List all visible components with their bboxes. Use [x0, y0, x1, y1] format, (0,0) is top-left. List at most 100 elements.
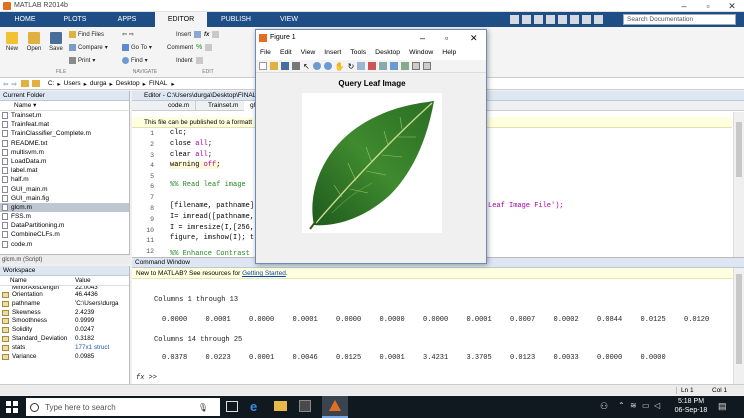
- back-icon[interactable]: ⇦: [3, 80, 8, 88]
- rotate-icon[interactable]: ↻: [348, 62, 355, 71]
- tab-home[interactable]: HOME: [4, 12, 46, 27]
- menu-file[interactable]: File: [260, 46, 271, 60]
- path-segment[interactable]: C:: [48, 80, 55, 87]
- file-item[interactable]: label.mat: [0, 166, 129, 175]
- matlab-taskbar-icon[interactable]: [322, 396, 348, 418]
- tab-editor[interactable]: EDITOR: [155, 12, 207, 27]
- show-tools-icon[interactable]: [423, 62, 432, 70]
- switch-windows-icon[interactable]: [582, 15, 591, 24]
- code-line[interactable]: I= imread([pathname,: [170, 213, 254, 221]
- notifications-icon[interactable]: ▤: [718, 401, 727, 412]
- pointer-icon[interactable]: ↖: [303, 62, 310, 71]
- menu-view[interactable]: View: [301, 46, 316, 60]
- maximize-button[interactable]: ▫: [696, 0, 720, 12]
- menu-insert[interactable]: Insert: [324, 46, 341, 60]
- file-item[interactable]: multisvm.m: [0, 148, 129, 157]
- path-segment[interactable]: durga: [90, 80, 107, 87]
- workspace-row[interactable]: Solidity 0.0247: [0, 326, 129, 335]
- indent-button[interactable]: Indent: [176, 57, 203, 64]
- code-line[interactable]: figure, imshow(I); t: [170, 234, 254, 242]
- save-figure-icon[interactable]: [281, 62, 289, 70]
- col-name[interactable]: Name: [10, 276, 27, 286]
- quick-save-icon[interactable]: [510, 15, 519, 24]
- back-forward-buttons[interactable]: ⇦ ⇨: [122, 31, 134, 38]
- code-line[interactable]: I = imresize(I,[256,: [170, 224, 254, 232]
- data-cursor-icon[interactable]: [357, 62, 366, 70]
- find-button[interactable]: Find ▾: [122, 57, 148, 64]
- people-icon[interactable]: ⚇: [600, 401, 608, 412]
- undo-icon[interactable]: [558, 15, 567, 24]
- quick-cut-icon[interactable]: [522, 15, 531, 24]
- path-segment[interactable]: Users: [64, 80, 81, 87]
- chevron-up-icon[interactable]: ⌃: [618, 401, 625, 410]
- find-files-button[interactable]: Find Files: [69, 31, 104, 38]
- percent-icon[interactable]: %: [196, 44, 202, 51]
- insert-options-icon[interactable]: [212, 31, 220, 38]
- new-figure-icon[interactable]: [259, 62, 267, 70]
- search-documentation-input[interactable]: Search Documentation: [623, 14, 736, 25]
- tab-apps[interactable]: APPS: [104, 12, 150, 27]
- file-item[interactable]: half.m: [0, 175, 129, 184]
- code-line[interactable]: warning off;: [170, 161, 221, 169]
- menu-window[interactable]: Window: [409, 46, 433, 60]
- path-segment[interactable]: FINAL: [149, 80, 167, 87]
- file-explorer-icon[interactable]: [274, 401, 287, 411]
- zoom-in-icon[interactable]: [312, 62, 321, 70]
- file-item[interactable]: LoadData.m: [0, 157, 129, 166]
- print-figure-icon[interactable]: [292, 62, 300, 70]
- print-button[interactable]: Print ▾: [69, 57, 95, 64]
- menu-edit[interactable]: Edit: [280, 46, 292, 60]
- file-item[interactable]: code.m: [0, 240, 129, 249]
- command-scrollbar-thumb[interactable]: [736, 274, 742, 364]
- browse-folder-icon[interactable]: [31, 80, 40, 87]
- indent-icon[interactable]: [195, 57, 203, 64]
- file-item[interactable]: GUI_main.m: [0, 185, 129, 194]
- tab-view[interactable]: VIEW: [266, 12, 312, 27]
- help-icon[interactable]: [594, 15, 603, 24]
- comment-button[interactable]: Comment %: [167, 44, 213, 51]
- code-line-tail[interactable]: Leaf Image File');: [488, 202, 564, 210]
- editor-tab-code[interactable]: code.m: [162, 101, 197, 111]
- open-button[interactable]: Open: [24, 32, 44, 52]
- edge-browser-icon[interactable]: e: [250, 399, 257, 414]
- menu-help[interactable]: Help: [442, 46, 456, 60]
- legend-icon[interactable]: [401, 62, 410, 70]
- go-to-button[interactable]: Go To ▾: [122, 44, 152, 51]
- editor-scrollbar-thumb[interactable]: [736, 122, 742, 177]
- link-plot-icon[interactable]: [379, 62, 388, 70]
- file-item[interactable]: FSS.m: [0, 212, 129, 221]
- taskbar-search-box[interactable]: Type here to search 🎙: [26, 398, 220, 416]
- file-item[interactable]: Trainfeat.mat: [0, 120, 129, 129]
- hide-tools-icon[interactable]: [412, 62, 421, 70]
- file-item[interactable]: Trainset.m: [0, 111, 129, 120]
- microphone-icon[interactable]: 🎙: [198, 403, 208, 412]
- file-item[interactable]: GUI_main.fig: [0, 194, 129, 203]
- editor-scrollbar[interactable]: [733, 112, 744, 257]
- insert-button[interactable]: Insert fx: [176, 31, 220, 38]
- figure-close-button[interactable]: ✕: [470, 30, 478, 46]
- redo-icon[interactable]: [570, 15, 579, 24]
- zoom-out-icon[interactable]: [323, 62, 332, 70]
- file-item[interactable]: glcm.m: [0, 202, 129, 213]
- code-line[interactable]: close all;: [170, 140, 212, 148]
- getting-started-link[interactable]: Getting Started: [242, 270, 286, 277]
- file-item[interactable]: CombineCLFs.m: [0, 230, 129, 239]
- tab-publish[interactable]: PUBLISH: [210, 12, 262, 27]
- workspace-row[interactable]: stats 177x1 struct: [0, 344, 129, 353]
- back-arrow-icon[interactable]: ⇦: [122, 31, 127, 38]
- code-comment[interactable]: %% Read leaf image: [170, 181, 246, 189]
- close-window-button[interactable]: ✕: [720, 0, 744, 12]
- command-scrollbar[interactable]: [733, 268, 744, 384]
- quick-paste-icon[interactable]: [546, 15, 555, 24]
- uncomment-icon[interactable]: [205, 44, 213, 51]
- editor-tab-trainset[interactable]: Trainset.m: [202, 101, 246, 111]
- pan-icon[interactable]: ✋: [335, 62, 345, 71]
- forward-arrow-icon[interactable]: ⇨: [129, 31, 134, 38]
- colorbar-icon[interactable]: [390, 62, 399, 70]
- store-icon[interactable]: [299, 400, 311, 412]
- menu-tools[interactable]: Tools: [350, 46, 366, 60]
- open-file-icon[interactable]: [270, 62, 278, 70]
- brush-icon[interactable]: [368, 62, 377, 70]
- figure-maximize-button[interactable]: ▫: [445, 30, 448, 46]
- task-view-icon[interactable]: [226, 401, 238, 412]
